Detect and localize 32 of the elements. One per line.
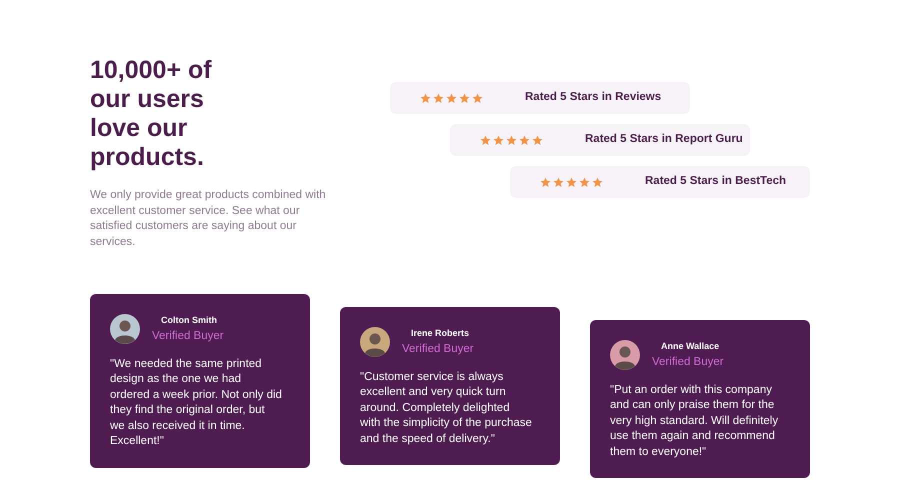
star-icon xyxy=(579,176,590,188)
rating-label: Rated 5 Stars in Report Guru xyxy=(585,132,743,148)
verified-buyer-label: Verified Buyer xyxy=(402,342,474,356)
star-icon xyxy=(566,176,577,188)
star-icon xyxy=(472,92,483,104)
star-icon xyxy=(433,92,444,104)
reviewer-name: Colton Smith xyxy=(161,314,218,327)
avatar-icon xyxy=(360,327,390,358)
testimonial-quote: "We needed the same printed design as the one we had ordered a week prior. Not only did they find the original order, but we also received it in time. Excellent!" xyxy=(110,356,282,450)
star-icon xyxy=(493,134,504,146)
avatar-icon xyxy=(110,314,140,344)
star-icon xyxy=(446,92,457,104)
star-icon xyxy=(592,176,603,188)
avatar-icon xyxy=(610,340,640,370)
star-icon xyxy=(506,134,517,146)
rating-label: Rated 5 Stars in BestTech xyxy=(645,174,786,190)
page-heading: 10,000+ of our users love our products. xyxy=(90,56,213,172)
testimonial-quote: "Customer service is always excellent and very quick turn around. Completely delighted with the simplicity of the purchase and the speed of delivery." xyxy=(360,370,532,447)
star-icon xyxy=(459,92,470,104)
rating-label: Rated 5 Stars in Reviews xyxy=(525,90,662,106)
reviewer-name: Irene Roberts xyxy=(411,327,470,340)
reviewer-name: Anne Wallace xyxy=(661,340,720,353)
star-icon xyxy=(532,134,543,146)
intro-paragraph: We only provide great products combined with excellent customer service. See what our satisfied customers are saying about our services. xyxy=(90,188,327,250)
testimonial-quote: "Put an order with this company and can only praise them for the very high standard. Will definitely use them again and recommend them to everyone!" xyxy=(610,382,780,460)
star-icon xyxy=(519,134,530,146)
verified-buyer-label: Verified Buyer xyxy=(652,354,724,370)
star-icon xyxy=(480,134,491,146)
star-icon xyxy=(540,176,551,188)
star-icon xyxy=(420,92,431,104)
star-icon xyxy=(553,176,564,188)
verified-buyer-label: Verified Buyer xyxy=(152,328,224,344)
